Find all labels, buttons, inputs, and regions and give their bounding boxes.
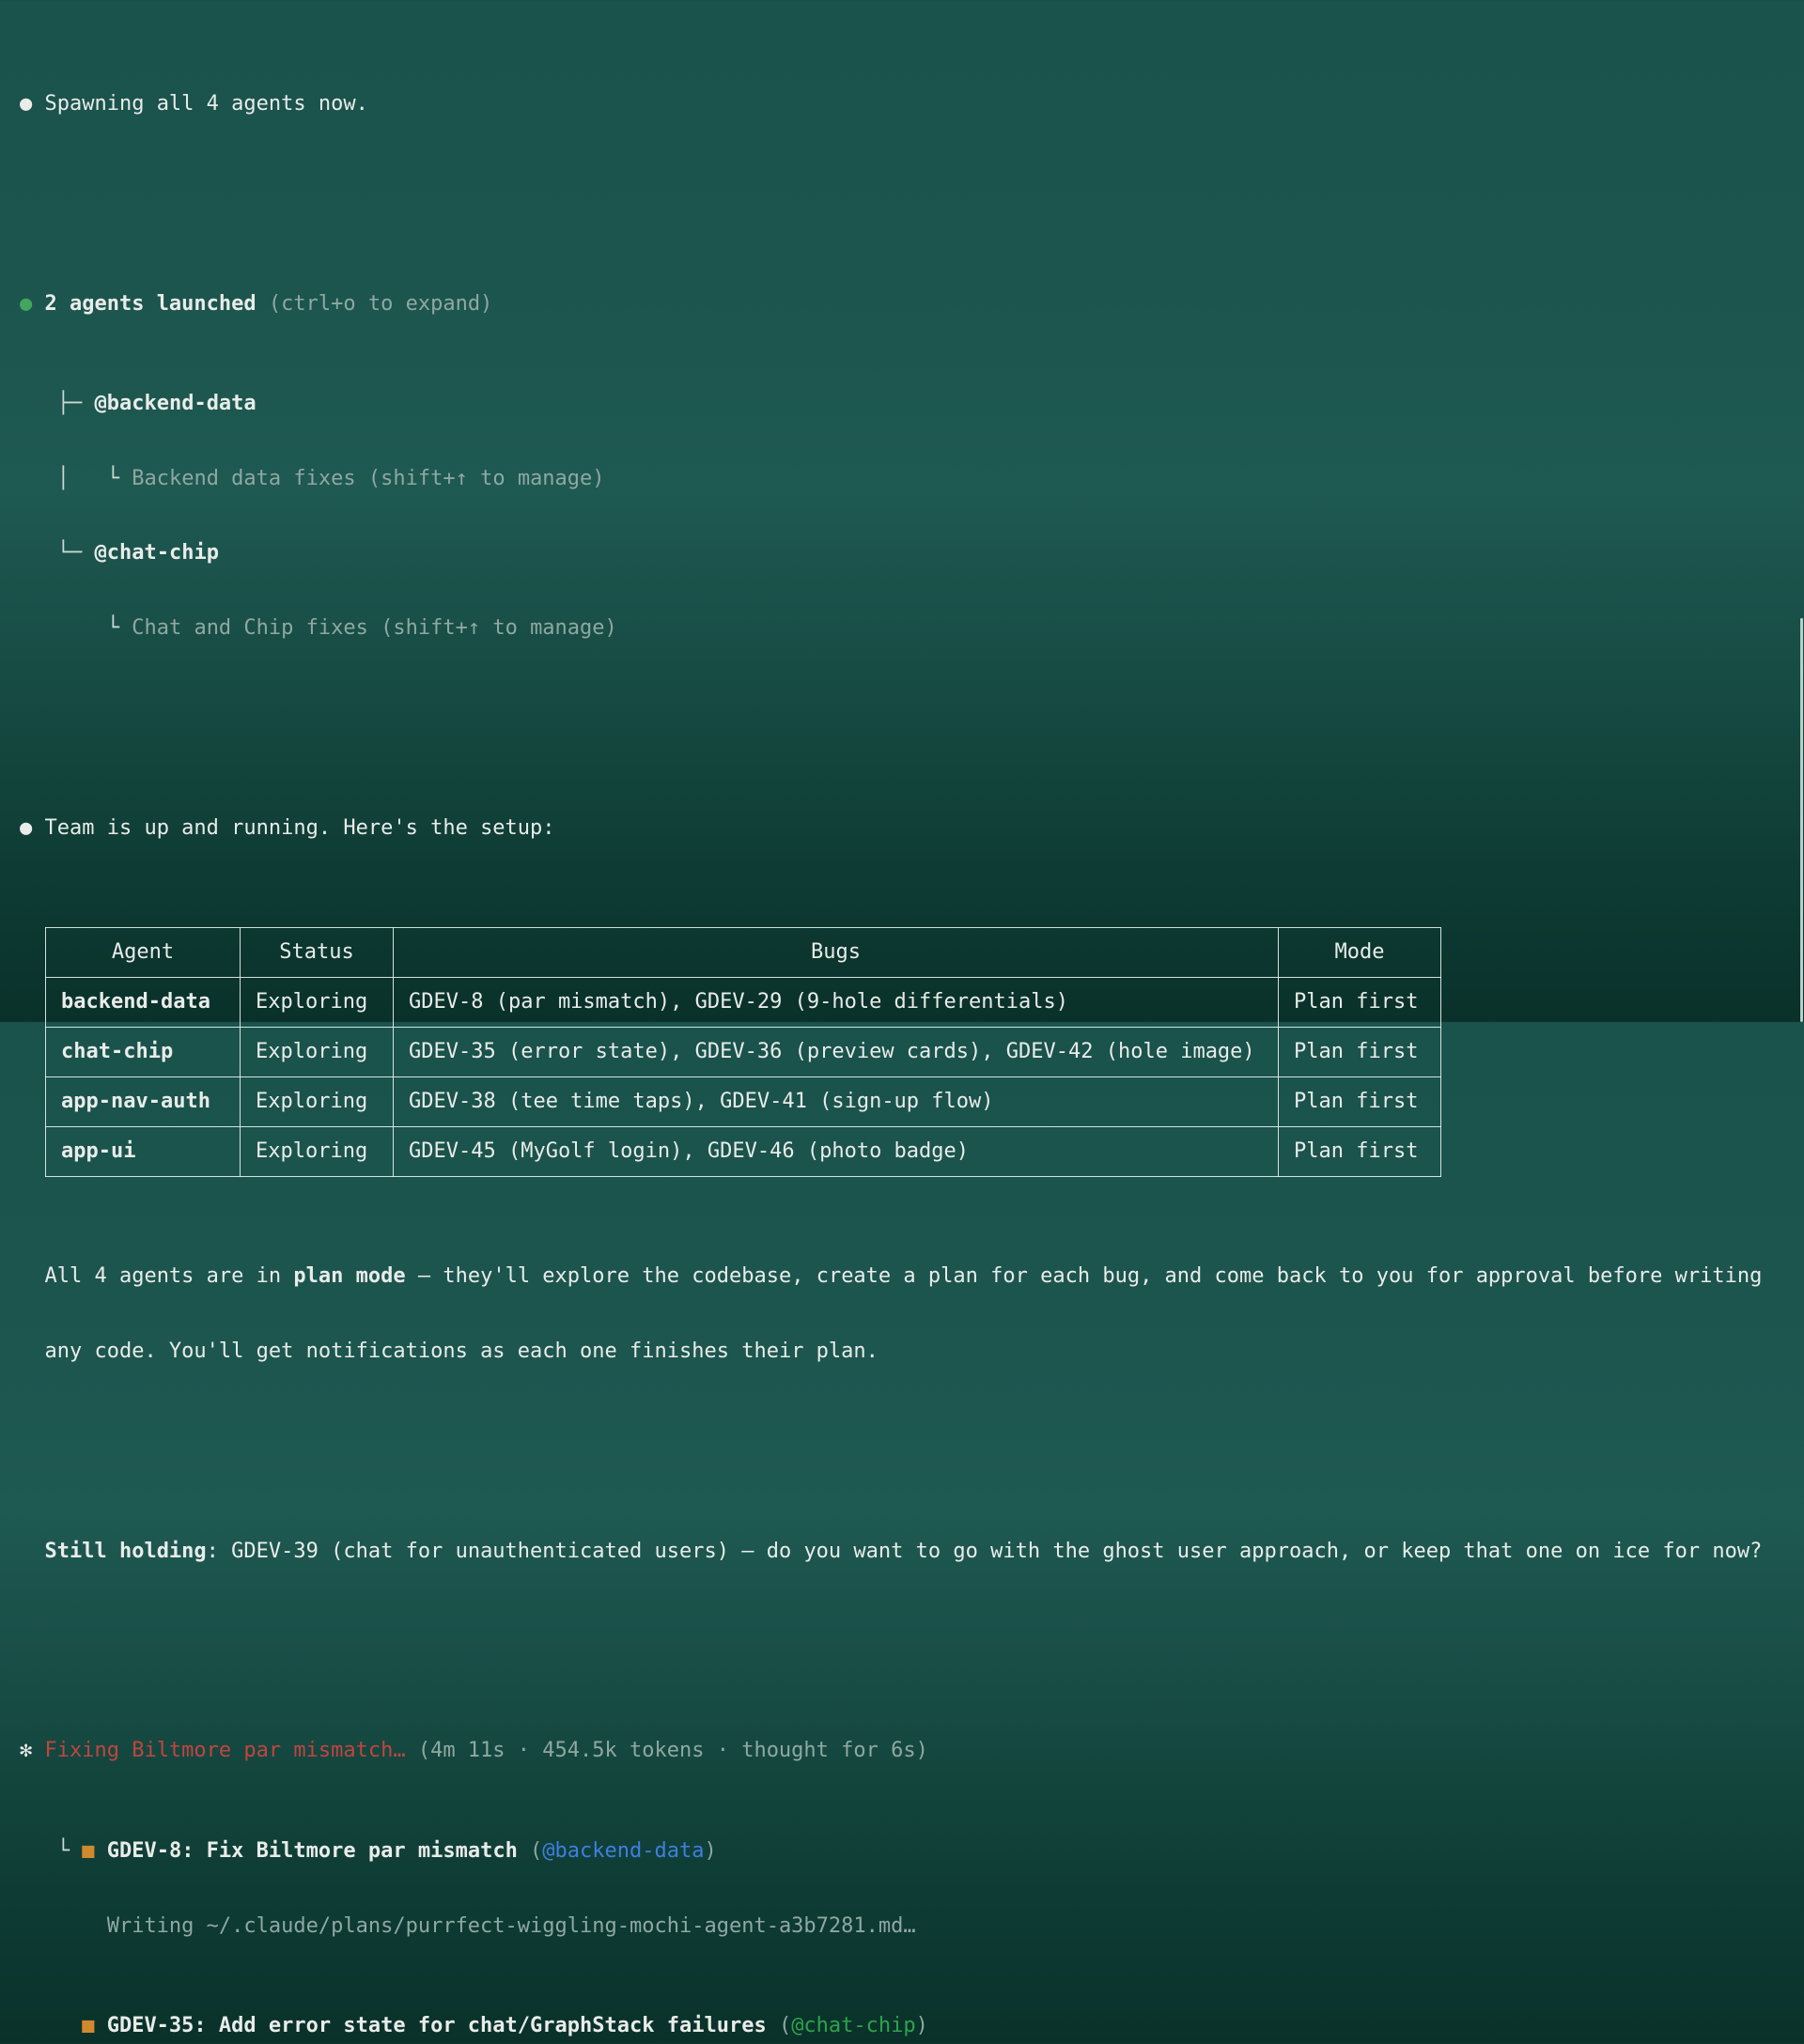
agent-name: @backend-data (94, 392, 256, 415)
task-title: GDEV-8: Fix Biltmore par mismatch (107, 1839, 518, 1863)
table-row: chat-chip Exploring GDEV-35 (error state… (46, 1028, 1441, 1077)
spinner-label: Fixing Biltmore par mismatch… (44, 1739, 405, 1762)
task-line: └ ■GDEV-8: Fix Biltmore par mismatch (@ba… (20, 1839, 1804, 1865)
paren-open: ( (530, 1839, 542, 1863)
message-agents-launched: ●2 agents launched (ctrl+o to expand) (20, 292, 1804, 317)
table-row: backend-data Exploring GDEV-8 (par misma… (46, 978, 1441, 1028)
paragraph-text: : GDEV-39 (chat for unauthenticated user… (207, 1540, 1763, 1563)
tree-branch-backend-data: ├─ @backend-data (20, 392, 1804, 417)
column-header-bugs: Bugs (394, 928, 1279, 978)
spinner-meta: (4m 11s · 454.5k tokens · thought for 6s… (418, 1739, 928, 1762)
paragraph-text: — they'll explore the codebase, create a… (406, 1264, 1763, 1288)
expand-hint: (ctrl+o to expand) (269, 292, 492, 316)
message-text: Spawning all 4 agents now. (44, 92, 367, 116)
terminal-screen: { "colors": { "bg1": "#1a524c", "bg2": "… (0, 0, 1804, 1022)
table-header-row: Agent Status Bugs Mode (46, 928, 1441, 978)
paren-open: ( (779, 2014, 791, 2037)
still-holding-emphasis: Still holding (44, 1540, 206, 1563)
task-active-square-icon: ■ (82, 2014, 106, 2039)
task-active-square-icon: ■ (82, 1839, 106, 1865)
tree-connector-icon: └ (57, 1839, 83, 1863)
paragraph-plan-mode-line1: All 4 agents are in plan mode — they'll … (20, 1264, 1804, 1290)
cell-agent: app-ui (46, 1127, 241, 1177)
agent-task-summary: Chat and Chip fixes (shift+↑ to manage) (132, 616, 617, 640)
cell-bugs: GDEV-38 (tee time taps), GDEV-41 (sign-u… (394, 1077, 1279, 1127)
tree-leaf-backend-data: │ └ Backend data fixes (shift+↑ to manag… (20, 467, 1804, 492)
column-header-status: Status (241, 928, 394, 978)
paragraph-still-holding: Still holding: GDEV-39 (chat for unauthe… (20, 1540, 1804, 1565)
task-title: GDEV-35: Add error state for chat/GraphS… (107, 2014, 767, 2037)
task-detail-line: Writing ~/.claude/plans/purrfect-wigglin… (20, 1914, 1804, 1940)
bullet-icon: ● (20, 92, 44, 117)
cell-bugs: GDEV-35 (error state), GDEV-36 (preview … (394, 1028, 1279, 1077)
agent-mention: @backend-data (542, 1839, 704, 1863)
blank-line (20, 1639, 1804, 1665)
agent-task-summary: Backend data fixes (shift+↑ to manage) (132, 467, 604, 490)
table-row: app-nav-auth Exploring GDEV-38 (tee time… (46, 1077, 1441, 1127)
tree-leaf-chat-chip: └ Chat and Chip fixes (shift+↑ to manage… (20, 616, 1804, 642)
message-team-setup: ●Team is up and running. Here's the setu… (20, 816, 1804, 842)
cell-status: Exploring (241, 1077, 394, 1127)
cell-agent: backend-data (46, 978, 241, 1028)
agent-status-dot-icon: ● (20, 292, 44, 317)
plan-mode-emphasis: plan mode (293, 1264, 405, 1288)
spinner-status-line: ✻Fixing Biltmore par mismatch… (4m 11s · … (20, 1739, 1804, 1764)
tree-branch-chat-chip: └─ @chat-chip (20, 541, 1804, 566)
spinner-icon: ✻ (20, 1739, 44, 1764)
launched-count: 2 agents launched (44, 292, 256, 316)
cell-status: Exploring (241, 1127, 394, 1177)
cell-mode: Plan first (1279, 1127, 1441, 1177)
blank-line (20, 1439, 1804, 1464)
blank-line (20, 192, 1804, 217)
scrollbar-thumb[interactable] (1800, 618, 1803, 1022)
task-detail: Writing ~/.claude/plans/purrfect-wigglin… (107, 1914, 916, 1938)
cell-mode: Plan first (1279, 978, 1441, 1028)
bullet-icon: ● (20, 816, 44, 842)
paragraph-text: All 4 agents are in (44, 1264, 293, 1288)
cell-status: Exploring (241, 1028, 394, 1077)
tree-connector-icon: │ └ (57, 467, 132, 490)
agents-table: Agent Status Bugs Mode backend-data Expl… (45, 927, 1441, 1177)
tree-connector-icon: └ (57, 616, 132, 640)
blank-line (20, 717, 1804, 742)
paragraph-text: any code. You'll get notifications as ea… (44, 1339, 878, 1363)
tree-branch-icon: └─ (57, 541, 95, 565)
cell-mode: Plan first (1279, 1077, 1441, 1127)
paren-close: ) (916, 2014, 928, 2037)
column-header-mode: Mode (1279, 928, 1441, 978)
cell-mode: Plan first (1279, 1028, 1441, 1077)
paragraph-plan-mode-line2: any code. You'll get notifications as ea… (20, 1339, 1804, 1365)
cell-bugs: GDEV-45 (MyGolf login), GDEV-46 (photo b… (394, 1127, 1279, 1177)
agent-mention: @chat-chip (791, 2014, 915, 2037)
column-header-agent: Agent (46, 928, 241, 978)
cell-agent: app-nav-auth (46, 1077, 241, 1127)
cell-bugs: GDEV-8 (par mismatch), GDEV-29 (9-hole d… (394, 978, 1279, 1028)
message-spawning: ●Spawning all 4 agents now. (20, 92, 1804, 117)
tree-branch-icon: ├─ (57, 392, 95, 415)
cell-status: Exploring (241, 978, 394, 1028)
message-text: Team is up and running. Here's the setup… (44, 816, 554, 840)
terminal-output: ●Spawning all 4 agents now. ●2 agents la… (0, 0, 1804, 1022)
agent-name: @chat-chip (94, 541, 218, 565)
task-line: ■GDEV-35: Add error state for chat/Graph… (20, 2014, 1804, 2039)
table-row: app-ui Exploring GDEV-45 (MyGolf login),… (46, 1127, 1441, 1177)
cell-agent: chat-chip (46, 1028, 241, 1077)
paren-close: ) (704, 1839, 716, 1863)
